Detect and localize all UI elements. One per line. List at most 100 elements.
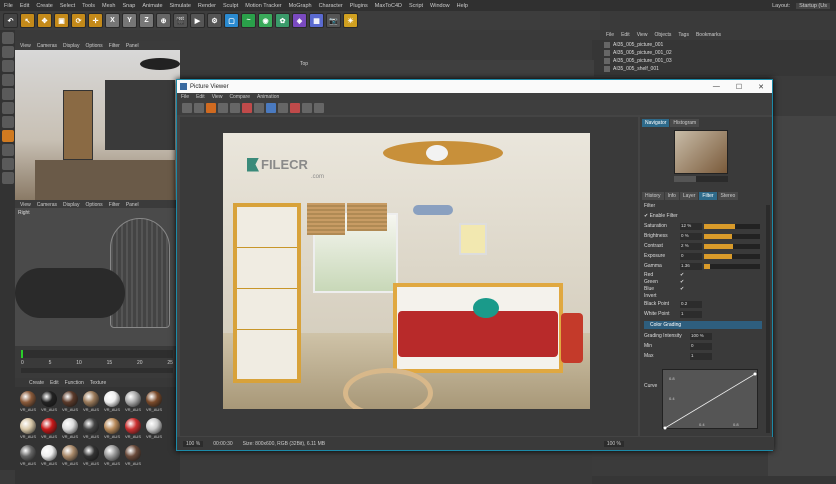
menu-edit[interactable]: Edit — [20, 3, 29, 9]
z-axis-icon[interactable]: Z — [139, 13, 154, 28]
material-swatch[interactable]: VR_AUS — [19, 418, 37, 442]
viewport2-menu-view[interactable]: View — [20, 202, 31, 208]
viewport2-menu-options[interactable]: Options — [85, 202, 102, 208]
polygon-mode-icon[interactable] — [1, 88, 14, 100]
minimize-icon[interactable]: — — [713, 83, 720, 91]
solo-icon[interactable] — [1, 172, 14, 184]
menu-snap[interactable]: Snap — [122, 3, 135, 9]
navigator-thumbnail[interactable] — [674, 130, 728, 174]
timeline[interactable]: 0 5 10 15 20 25 — [15, 346, 180, 376]
viewport2-menu-panel[interactable]: Panel — [126, 202, 139, 208]
menu-help[interactable]: Help — [457, 3, 468, 9]
viewport2-menu-cameras[interactable]: Cameras — [37, 202, 57, 208]
viewport1-menu-filter[interactable]: Filter — [109, 43, 120, 49]
viewport1-menu-options[interactable]: Options — [85, 43, 102, 49]
lock-icon[interactable] — [1, 158, 14, 170]
array-icon[interactable]: ✿ — [275, 13, 290, 28]
menu-sculpt[interactable]: Sculpt — [223, 3, 238, 9]
picture-viewer-titlebar[interactable]: Picture Viewer — ☐ ✕ — [177, 80, 772, 93]
object-row[interactable]: AI35_005_shelf_001 — [592, 65, 836, 73]
viewport1-menu-cameras[interactable]: Cameras — [37, 43, 57, 49]
param-slider[interactable] — [704, 233, 760, 239]
pv-menu-file[interactable]: File — [181, 94, 189, 100]
object-row[interactable]: AI35_005_picture_001_02 — [592, 49, 836, 57]
timeline-playhead[interactable] — [21, 350, 23, 358]
transform-icon[interactable]: ✛ — [88, 13, 103, 28]
menu-tools[interactable]: Tools — [82, 3, 95, 9]
menu-script[interactable]: Script — [409, 3, 423, 9]
object-row[interactable]: AI35_005_picture_001_03 — [592, 57, 836, 65]
material-swatch[interactable]: VR_AUS — [82, 418, 100, 442]
curve-point-end[interactable] — [753, 372, 757, 376]
undo-icon[interactable]: ↶ — [3, 13, 18, 28]
object-menu-file[interactable]: File — [606, 32, 614, 38]
render-picture-icon[interactable]: ▶ — [190, 13, 205, 28]
tab-stereo[interactable]: Stereo — [717, 192, 739, 200]
viewport1-menu-display[interactable]: Display — [63, 43, 79, 49]
menu-mograph[interactable]: MoGraph — [289, 3, 312, 9]
stop-icon[interactable] — [218, 103, 228, 113]
object-menu-edit[interactable]: Edit — [621, 32, 630, 38]
scale-icon[interactable]: ▣ — [54, 13, 69, 28]
snap-icon[interactable] — [1, 130, 14, 142]
tab-layer[interactable]: Layer — [679, 192, 699, 200]
pv-menu-compare[interactable]: Compare — [229, 94, 250, 100]
tab-history[interactable]: History — [642, 192, 664, 200]
zoom-slider[interactable] — [674, 176, 728, 182]
checkbox-checked-icon[interactable]: ✔ — [680, 286, 684, 292]
scene-icon[interactable]: ▦ — [309, 13, 324, 28]
material-menu-texture[interactable]: Texture — [90, 380, 106, 386]
ab-compare-icon[interactable] — [242, 103, 252, 113]
save-icon[interactable] — [194, 103, 204, 113]
viewport1-menu-panel[interactable]: Panel — [126, 43, 139, 49]
viewport2-menu-display[interactable]: Display — [63, 202, 79, 208]
material-swatch[interactable]: VR_AUS — [82, 391, 100, 415]
viewport-right[interactable]: Right — [15, 208, 180, 346]
material-swatch[interactable]: VR_AUS — [124, 418, 142, 442]
checkbox-checked-icon[interactable]: ✔ — [680, 279, 684, 285]
x-axis-icon[interactable]: X — [105, 13, 120, 28]
select-icon[interactable]: ↖ — [20, 13, 35, 28]
param-slider[interactable] — [704, 243, 760, 249]
white-point-input[interactable]: 1 — [680, 310, 702, 318]
render-settings-icon[interactable]: ⚙ — [207, 13, 222, 28]
material-menu-function[interactable]: Function — [65, 380, 84, 386]
material-menu-create[interactable]: Create — [29, 380, 44, 386]
sidebar-scrollbar[interactable] — [766, 205, 770, 433]
light-icon[interactable]: ☀ — [343, 13, 358, 28]
texture-mode-icon[interactable] — [1, 46, 14, 58]
tab-navigator[interactable]: Navigator — [642, 119, 670, 127]
material-swatch[interactable]: VR_AUS — [40, 391, 58, 415]
coord-icon[interactable]: ⊕ — [156, 13, 171, 28]
menu-file[interactable]: File — [4, 3, 13, 9]
menu-select[interactable]: Select — [60, 3, 75, 9]
curve-point-start[interactable] — [663, 426, 667, 430]
material-swatch[interactable]: VR_AUS — [61, 418, 79, 442]
menu-simulate[interactable]: Simulate — [170, 3, 191, 9]
close-icon[interactable]: ✕ — [758, 83, 764, 91]
zoom-level[interactable]: 100 % — [183, 440, 204, 447]
menu-render[interactable]: Render — [198, 3, 216, 9]
menu-maxtoc4d[interactable]: MaxToC4D — [375, 3, 402, 9]
spline-icon[interactable]: ~ — [241, 13, 256, 28]
material-swatch[interactable]: VR_AUS — [61, 445, 79, 469]
material-menu-edit[interactable]: Edit — [50, 380, 59, 386]
menu-plugins[interactable]: Plugins — [350, 3, 368, 9]
color-grading-group[interactable]: Color Grading — [644, 321, 762, 329]
rotate-icon[interactable]: ⟳ — [71, 13, 86, 28]
param-input[interactable]: 12 % — [680, 222, 702, 230]
open-icon[interactable] — [182, 103, 192, 113]
object-menu-objects[interactable]: Objects — [654, 32, 671, 38]
grading-input[interactable]: 0 — [690, 342, 712, 350]
enable-filter-row[interactable]: ✔ Enable Filter — [640, 211, 766, 221]
grading-input[interactable]: 1 — [690, 352, 712, 360]
curve-editor[interactable]: 0.8 0.4 0.4 0.8 — [662, 369, 758, 430]
render-view-icon[interactable]: 🎬 — [173, 13, 188, 28]
material-swatch[interactable]: VR_AUS — [124, 391, 142, 415]
y-axis-icon[interactable]: Y — [122, 13, 137, 28]
viewport1-menu-view[interactable]: View — [20, 43, 31, 49]
split-icon[interactable] — [278, 103, 288, 113]
material-swatch[interactable]: VR_AUS — [40, 418, 58, 442]
checkbox-checked-icon[interactable]: ✔ — [680, 272, 684, 278]
material-swatch[interactable]: VR_AUS — [19, 391, 37, 415]
